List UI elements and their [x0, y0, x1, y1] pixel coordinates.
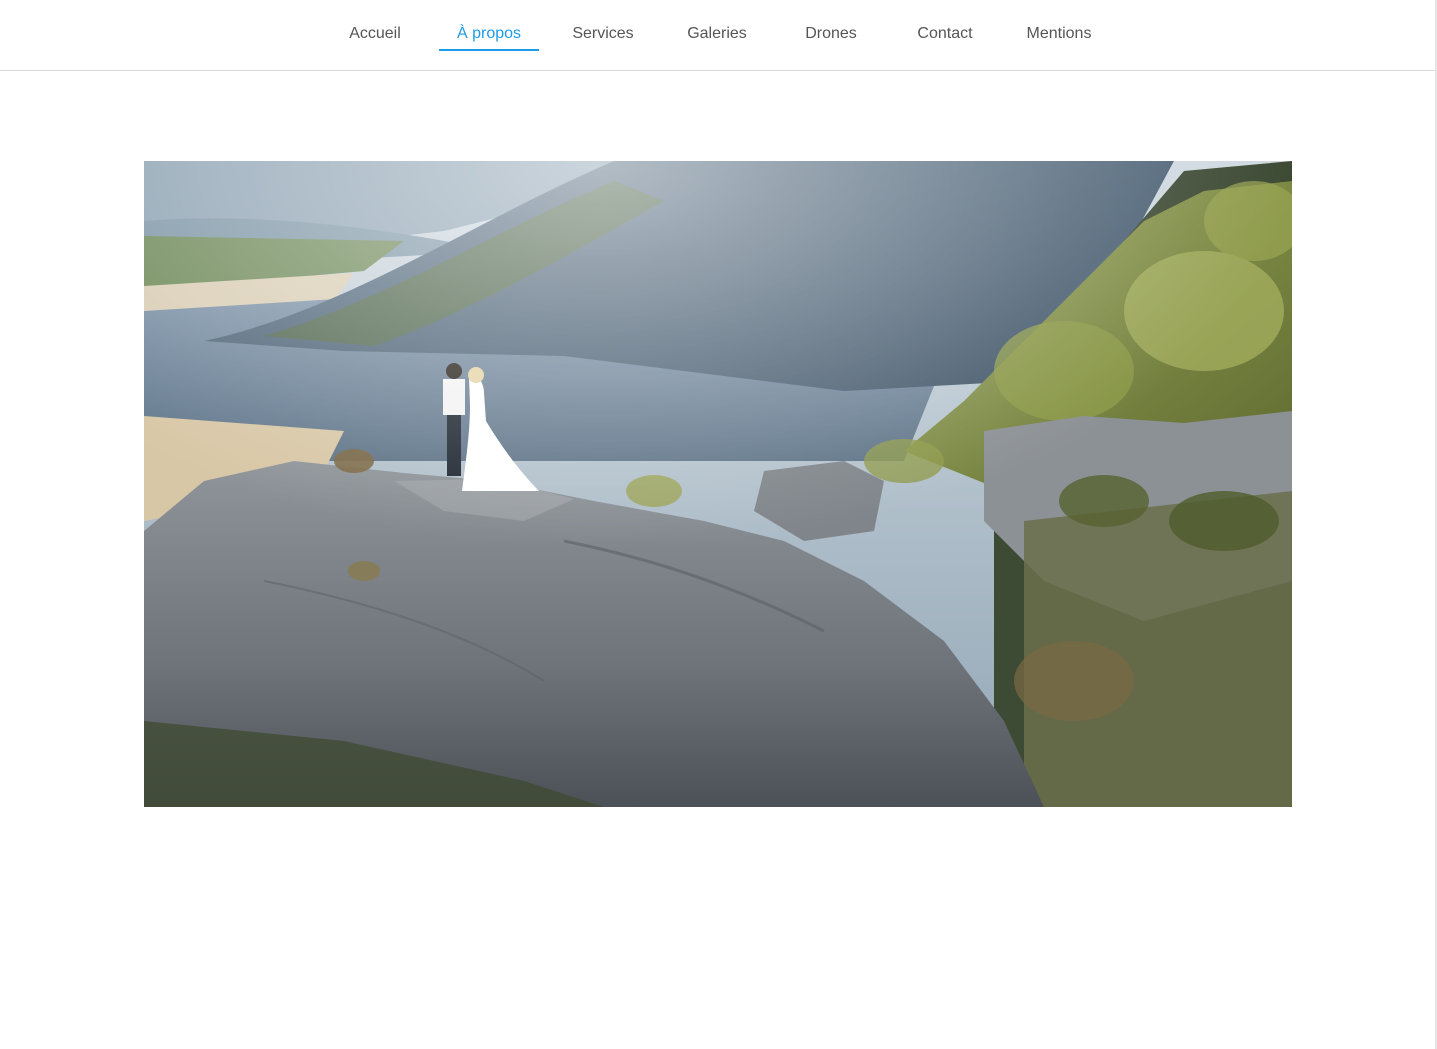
main-menu: Accueil À propos Services Galeries Drone… — [318, 0, 1116, 70]
nav-item-label: À propos — [456, 25, 522, 42]
nav-item-contact[interactable]: Contact — [888, 0, 1002, 70]
nav-item-drones[interactable]: Drones — [774, 0, 888, 70]
nav-item-accueil[interactable]: Accueil — [318, 0, 432, 70]
nav-item-label: Accueil — [349, 25, 401, 42]
nav-item-label: Services — [572, 25, 634, 42]
nav-item-services[interactable]: Services — [546, 0, 660, 70]
nav-item-a-propos[interactable]: À propos — [432, 0, 546, 70]
nav-item-label: Contact — [917, 25, 973, 42]
top-navigation-bar: Accueil À propos Services Galeries Drone… — [0, 0, 1437, 71]
landscape-photo-icon — [144, 161, 1292, 807]
nav-item-label: Mentions — [1026, 25, 1092, 42]
nav-item-label: Galeries — [687, 25, 747, 42]
nav-item-galeries[interactable]: Galeries — [660, 0, 774, 70]
nav-item-label: Drones — [805, 25, 857, 42]
active-tab-underline — [439, 49, 539, 51]
page: Accueil À propos Services Galeries Drone… — [0, 0, 1437, 1049]
hero-video[interactable] — [144, 161, 1292, 807]
nav-item-mentions[interactable]: Mentions — [1002, 0, 1116, 70]
